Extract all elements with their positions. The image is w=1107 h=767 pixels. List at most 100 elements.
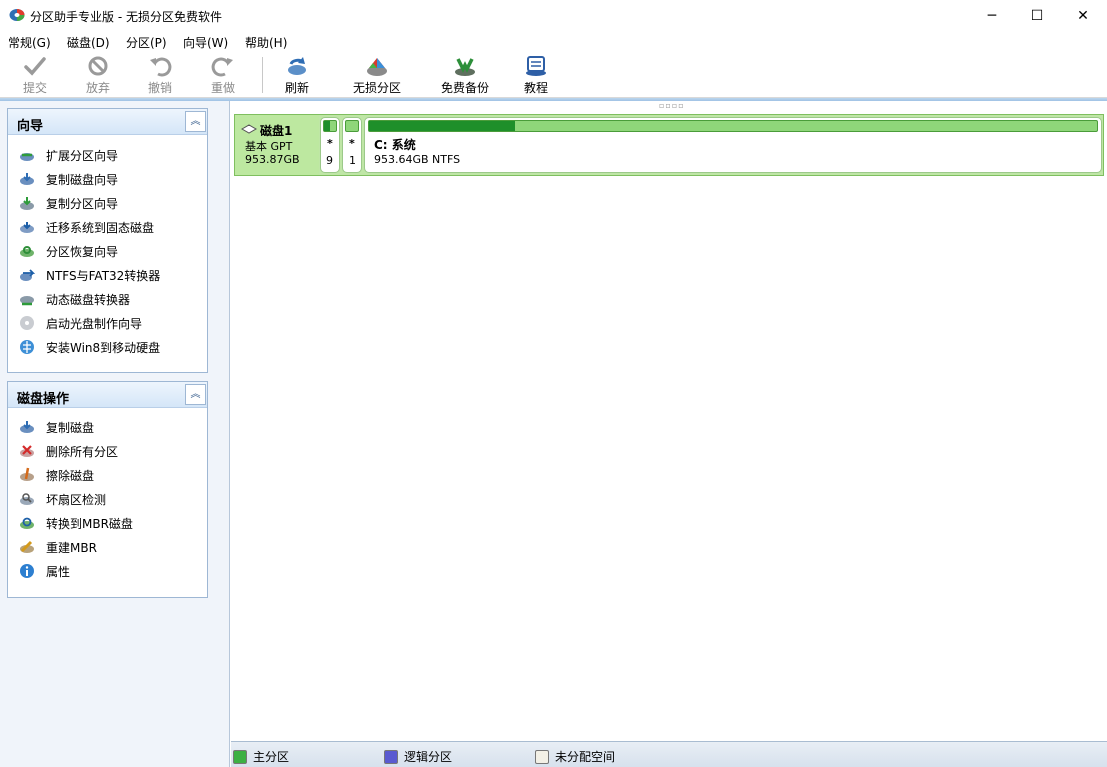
disk-name: 磁盘1 xyxy=(260,124,293,138)
tutorial-label: 教程 xyxy=(523,81,548,95)
wizard-item-copy-partition[interactable]: 复制分区向导 xyxy=(19,194,118,212)
discard-button[interactable]: 放弃 xyxy=(66,55,130,96)
maximize-button[interactable]: ☐ xyxy=(1014,0,1060,31)
logical-swatch xyxy=(384,749,398,764)
disk-row[interactable]: 磁盘1 基本 GPT 953.87GB * 9 * 1 C: 系统 953.64… xyxy=(234,114,1104,176)
wizard-item-partition-recovery[interactable]: 分区恢复向导 xyxy=(19,242,118,260)
bootable-media-icon xyxy=(20,316,34,330)
partition-recovery-icon xyxy=(20,246,34,257)
wizard-item-extend-partition[interactable]: 扩展分区向导 xyxy=(19,146,118,164)
wizard-item-label: 安装Win8到移动硬盘 xyxy=(46,340,161,355)
undo-icon xyxy=(150,57,172,77)
partition-usage-fill xyxy=(369,121,515,131)
partition-usage-fill xyxy=(324,121,330,131)
convert-mbr-icon xyxy=(20,517,34,529)
lossless-partition-button[interactable]: 无损分区 xyxy=(345,55,409,96)
splitter-handle[interactable]: ▫▫▫▫ xyxy=(659,101,685,110)
diskop-item-label: 删除所有分区 xyxy=(46,444,119,459)
extend-partition-icon xyxy=(20,153,34,161)
discard-label: 放弃 xyxy=(85,81,110,95)
close-button[interactable]: ✕ xyxy=(1060,0,1106,31)
title-bar: 分区助手专业版 - 无损分区免费软件 ─ ☐ ✕ xyxy=(0,0,1107,31)
diskop-item-rebuild-mbr[interactable]: 重建MBR xyxy=(19,538,97,556)
unallocated-swatch xyxy=(535,749,549,764)
partition-small-2[interactable]: * 1 xyxy=(342,117,362,173)
commit-label: 提交 xyxy=(22,81,47,95)
menu-wizard[interactable]: 向导(W) xyxy=(183,34,228,51)
free-backup-button[interactable]: 免费备份 xyxy=(433,55,497,96)
partition-usage-bar xyxy=(345,120,359,132)
undo-button[interactable]: 撤销 xyxy=(128,55,192,96)
collapse-icon[interactable]: ︽ xyxy=(185,111,206,132)
wizard-item-migrate-os[interactable]: 迁移系统到固态磁盘 xyxy=(19,218,154,236)
migrate-os-icon xyxy=(20,222,34,233)
menu-general[interactable]: 常规(G) xyxy=(8,34,51,51)
partition-c-system[interactable]: C: 系统 953.64GB NTFS xyxy=(364,117,1102,173)
wipe-disk-icon xyxy=(20,467,34,481)
redo-icon xyxy=(211,57,233,77)
checkmark-icon xyxy=(24,57,46,76)
wizard-item-label: NTFS与FAT32转换器 xyxy=(46,268,161,283)
left-sidebar: 向导 ︽ 扩展分区向导 复制磁盘向导 复制分区向导 迁移系统到固态磁盘 分区恢复… xyxy=(0,101,230,767)
discard-icon xyxy=(88,56,108,76)
partition-small-1[interactable]: * 9 xyxy=(320,117,340,173)
legend-primary-label: 主分区 xyxy=(253,750,290,764)
legend-logical-label: 逻辑分区 xyxy=(404,750,453,764)
wizard-item-copy-disk[interactable]: 复制磁盘向导 xyxy=(19,170,118,188)
commit-button[interactable]: 提交 xyxy=(3,55,67,96)
rebuild-mbr-icon xyxy=(20,540,34,553)
menu-disk[interactable]: 磁盘(D) xyxy=(67,34,110,51)
minimize-button[interactable]: ─ xyxy=(969,0,1015,31)
refresh-label: 刷新 xyxy=(284,81,309,95)
disk-ops-panel: 磁盘操作 ︽ 复制磁盘 删除所有分区 擦除磁盘 坏扇区检测 转换到MBR磁盘 重… xyxy=(7,381,208,598)
wizard-item-bootable-media[interactable]: 启动光盘制作向导 xyxy=(19,314,142,332)
diskop-item-wipe-disk[interactable]: 擦除磁盘 xyxy=(19,466,94,484)
copy-disk-icon xyxy=(20,173,34,185)
wizard-item-ntfs-fat32[interactable]: NTFS与FAT32转换器 xyxy=(19,266,160,284)
wizard-item-label: 动态磁盘转换器 xyxy=(46,292,131,307)
diskop-item-label: 擦除磁盘 xyxy=(46,468,95,483)
partition-size-fs: 953.64GB NTFS xyxy=(374,153,461,166)
legend-bar: 主分区 逻辑分区 未分配空间 xyxy=(231,741,1107,767)
diskop-item-properties[interactable]: 属性 xyxy=(19,562,70,580)
tutorial-button[interactable]: 教程 xyxy=(504,55,568,96)
legend-logical: 逻辑分区 xyxy=(384,748,452,765)
menu-partition[interactable]: 分区(P) xyxy=(126,34,167,51)
wizard-item-label: 复制磁盘向导 xyxy=(46,172,119,187)
copy-partition-icon xyxy=(20,197,34,210)
refresh-button[interactable]: 刷新 xyxy=(265,55,329,96)
primary-swatch xyxy=(233,749,247,764)
diskop-item-copy-disk[interactable]: 复制磁盘 xyxy=(19,418,94,436)
legend-unallocated: 未分配空间 xyxy=(535,748,615,765)
redo-button[interactable]: 重做 xyxy=(191,55,255,96)
ntfs-fat32-converter-icon xyxy=(20,269,35,281)
disk-type: 基本 GPT xyxy=(245,140,293,153)
redo-label: 重做 xyxy=(210,81,235,95)
wizard-item-label: 扩展分区向导 xyxy=(46,148,119,163)
diskop-item-label: 重建MBR xyxy=(46,540,97,555)
partition-usage-bar xyxy=(323,120,337,132)
diskop-item-label: 复制磁盘 xyxy=(46,420,95,435)
windows-to-go-icon xyxy=(20,340,34,354)
menu-help[interactable]: 帮助(H) xyxy=(245,34,287,51)
disk-map-area: ▫▫▫▫ 磁盘1 基本 GPT 953.87GB * 9 * 1 C: 系统 9… xyxy=(231,101,1107,741)
diskop-item-convert-mbr[interactable]: 转换到MBR磁盘 xyxy=(19,514,133,532)
legend-primary: 主分区 xyxy=(233,748,289,765)
partition-number: 1 xyxy=(349,154,356,167)
diskop-item-delete-partitions[interactable]: 删除所有分区 xyxy=(19,442,118,460)
partition-star: * xyxy=(349,137,355,150)
partition-usage-bar xyxy=(368,120,1098,132)
toolbar: 提交 放弃 撤销 重做 刷新 无损分区 免费备份 教程 xyxy=(0,51,1107,98)
disk-info[interactable]: 磁盘1 基本 GPT 953.87GB xyxy=(235,115,319,175)
collapse-icon[interactable]: ︽ xyxy=(185,384,206,405)
wizard-item-dynamic-disk[interactable]: 动态磁盘转换器 xyxy=(19,290,130,308)
wizard-item-label: 分区恢复向导 xyxy=(46,244,119,259)
partition-number: 9 xyxy=(326,154,333,167)
wizard-panel-header: 向导 ︽ xyxy=(8,109,207,135)
wizard-item-windows-to-go[interactable]: 安装Win8到移动硬盘 xyxy=(19,338,160,356)
partition-name: C: 系统 xyxy=(374,138,416,152)
wizard-panel: 向导 ︽ 扩展分区向导 复制磁盘向导 复制分区向导 迁移系统到固态磁盘 分区恢复… xyxy=(7,108,208,373)
diskop-item-label: 坏扇区检测 xyxy=(46,492,107,507)
diskop-item-bad-sector[interactable]: 坏扇区检测 xyxy=(19,490,106,508)
menu-bar: 常规(G) 磁盘(D) 分区(P) 向导(W) 帮助(H) xyxy=(0,31,1107,51)
